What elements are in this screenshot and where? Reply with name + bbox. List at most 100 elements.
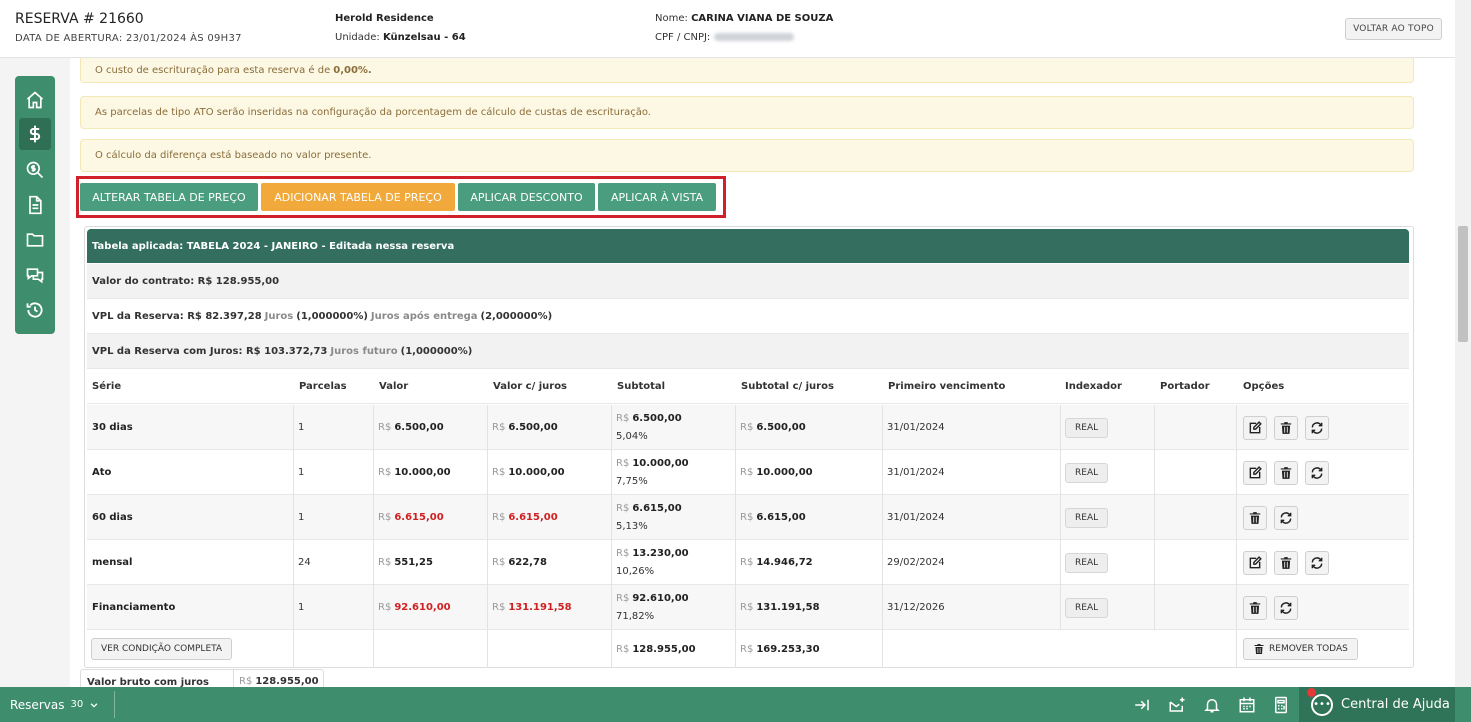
indexador-badge[interactable]: REAL: [1065, 462, 1109, 483]
col-subtotal: Subtotal: [617, 381, 666, 392]
sidebar-item-home[interactable]: [19, 84, 51, 116]
table-row: 30 dias 1 R$ 6.500,00 R$ 6.500,00 R$ 6.500,00 5,…: [87, 405, 1409, 450]
sync-button[interactable]: [1305, 460, 1329, 485]
sync-button[interactable]: [1274, 505, 1298, 530]
table-row: 60 dias 1 R$ 6.615,00 R$ 6.615,00 R$ 6.615,00 5,…: [87, 495, 1409, 540]
reservas-selector[interactable]: Reservas 30: [10, 687, 99, 722]
trash-icon: [1249, 601, 1261, 614]
sync-button[interactable]: [1274, 595, 1298, 620]
edit-button[interactable]: [1243, 415, 1267, 440]
delete-button[interactable]: [1274, 550, 1298, 575]
collapse-button[interactable]: [1132, 695, 1152, 715]
alert-custo-escrituracao: O custo de escrituração para esta reserv…: [80, 58, 1414, 83]
sync-button[interactable]: [1305, 415, 1329, 440]
document-icon: [29, 195, 42, 215]
indexador-badge[interactable]: REAL: [1065, 552, 1109, 573]
indexador-badge[interactable]: REAL: [1065, 597, 1109, 618]
cell-indexador: REAL: [1060, 450, 1154, 495]
cell-valor-juros: R$ 6.500,00: [487, 405, 611, 450]
col-indexador: Indexador: [1065, 381, 1122, 392]
sync-icon: [1311, 556, 1323, 569]
price-table: Tabela aplicada: TABELA 2024 - JANEIRO -…: [84, 226, 1414, 668]
page-scrollbar[interactable]: [1455, 0, 1471, 687]
cell-indexador: REAL: [1060, 585, 1154, 630]
cell-valor-juros: R$ 622,78: [487, 540, 611, 585]
cell-valor: R$ 6.615,00: [373, 495, 487, 540]
sidebar-item-financial[interactable]: [19, 118, 51, 150]
subtotal-percent: 5,04%: [616, 430, 648, 442]
delete-button[interactable]: [1274, 460, 1298, 485]
sidebar-item-search-financial[interactable]: [19, 154, 51, 186]
main-content: O custo de escrituração para esta reserv…: [70, 58, 1455, 687]
bell-icon: [1204, 699, 1220, 713]
reservation-title: RESERVA # 21660: [15, 11, 144, 27]
cell-subtotal: R$ 6.500,00 5,04%: [611, 405, 735, 450]
table-row: mensal 24 R$ 551,25 R$ 622,78 R$ 13.230,00 10,26…: [87, 540, 1409, 585]
ver-condicao-completa-button[interactable]: VER CONDIÇÃO COMPLETA: [91, 638, 233, 660]
cell-subtotal: R$ 13.230,00 10,26%: [611, 540, 735, 585]
indexador-badge[interactable]: REAL: [1065, 417, 1109, 438]
adicionar-tabela-button[interactable]: ADICIONAR TABELA DE PREÇO: [261, 183, 455, 211]
cell-parcelas: 1: [293, 585, 373, 630]
calendar-button[interactable]: [1237, 695, 1257, 715]
calculator-button[interactable]: [1271, 695, 1291, 715]
col-opcoes: Opções: [1243, 381, 1285, 392]
cell-subtotal-juros: R$ 6.500,00: [735, 405, 882, 450]
cell-opcoes: [1236, 585, 1409, 630]
price-table-actions: ALTERAR TABELA DE PREÇO ADICIONAR TABELA…: [76, 176, 726, 218]
trash-icon: [1280, 556, 1292, 569]
delete-button[interactable]: [1243, 595, 1267, 620]
aplicar-desconto-button[interactable]: APLICAR DESCONTO: [458, 183, 595, 211]
sidebar-item-messages[interactable]: [19, 259, 51, 291]
home-icon: [26, 91, 44, 109]
chat-icon: •••: [1311, 693, 1333, 716]
cell-subtotal-juros: R$ 10.000,00: [735, 450, 882, 495]
subtotal-percent: 7,75%: [616, 475, 648, 487]
trash-icon: [1280, 421, 1292, 434]
mail-plus-icon: [1169, 697, 1185, 712]
new-message-button[interactable]: [1167, 695, 1187, 715]
subtotal-percent: 71,82%: [616, 610, 655, 622]
remover-todas-button[interactable]: REMOVER TODAS: [1243, 638, 1358, 660]
opening-date: DATA DE ABERTURA: 23/01/2024 ÀS 09H37: [15, 33, 242, 44]
cell-vencimento: 31/01/2024: [882, 495, 1060, 540]
cell-valor-juros: R$ 10.000,00: [487, 450, 611, 495]
chevron-down-icon: [90, 702, 98, 708]
table-row: Financiamento 1 R$ 92.610,00 R$ 131.191,58 R$ 9…: [87, 585, 1409, 630]
cell-subtotal: R$ 6.615,00 5,13%: [611, 495, 735, 540]
cell-opcoes: [1236, 450, 1409, 495]
alterar-tabela-button[interactable]: ALTERAR TABELA DE PREÇO: [80, 183, 258, 211]
cell-subtotal-juros: R$ 6.615,00: [735, 495, 882, 540]
valor-bruto-juros: Valor bruto com juros R$ 128.955,00: [80, 669, 324, 687]
notifications-button[interactable]: [1202, 695, 1222, 715]
col-subtotal-juros: Subtotal c/ juros: [741, 381, 834, 392]
cell-valor: R$ 6.500,00: [373, 405, 487, 450]
trash-icon: [1254, 644, 1264, 654]
sidebar-item-history[interactable]: [19, 294, 51, 326]
aplicar-avista-button[interactable]: APLICAR À VISTA: [598, 183, 716, 211]
col-serie: Série: [92, 381, 122, 392]
sync-icon: [1311, 421, 1323, 434]
help-center-button[interactable]: ••• Central de Ajuda: [1299, 687, 1455, 722]
trash-icon: [1249, 511, 1261, 524]
cell-vencimento: 29/02/2024: [882, 540, 1060, 585]
sidebar-item-documents[interactable]: [19, 189, 51, 221]
cell-valor: R$ 10.000,00: [373, 450, 487, 495]
cell-indexador: REAL: [1060, 495, 1154, 540]
back-to-top-button[interactable]: VOLTAR AO TOPO: [1345, 18, 1442, 40]
edit-button[interactable]: [1243, 550, 1267, 575]
sync-button[interactable]: [1305, 550, 1329, 575]
scrollbar-thumb[interactable]: [1458, 226, 1468, 342]
cell-serie: 60 dias: [92, 512, 133, 523]
sidebar-item-files[interactable]: [19, 224, 51, 256]
cell-indexador: REAL: [1060, 405, 1154, 450]
cell-subtotal: R$ 92.610,00 71,82%: [611, 585, 735, 630]
sync-icon: [1280, 511, 1292, 524]
cell-portador: [1154, 450, 1236, 495]
history-icon: [26, 302, 43, 318]
delete-button[interactable]: [1274, 415, 1298, 440]
indexador-badge[interactable]: REAL: [1065, 507, 1109, 528]
edit-button[interactable]: [1243, 460, 1267, 485]
delete-button[interactable]: [1243, 505, 1267, 530]
cell-parcelas: 24: [293, 540, 373, 585]
